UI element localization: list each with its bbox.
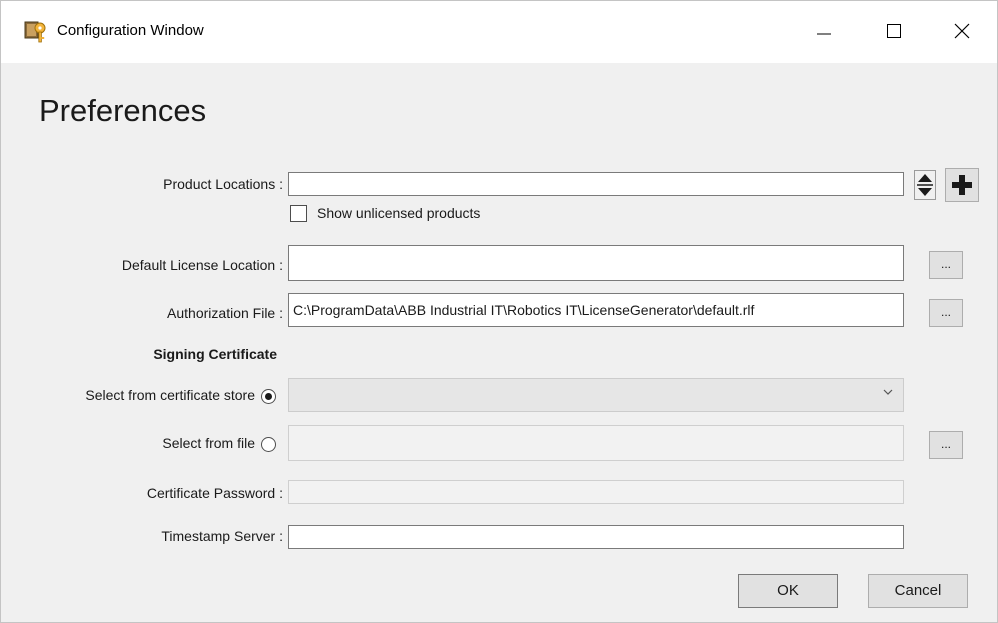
certificate-file-radio[interactable]: [261, 437, 276, 452]
default-license-location-field[interactable]: [288, 245, 904, 281]
minimize-icon: [817, 24, 831, 41]
certificate-store-label: Select from certificate store: [85, 387, 255, 403]
certificate-password-label: Certificate Password :: [146, 485, 283, 501]
show-unlicensed-label: Show unlicensed products: [317, 205, 481, 221]
timestamp-server-field[interactable]: [288, 525, 904, 549]
product-locations-label: Product Locations :: [163, 176, 283, 192]
ok-button[interactable]: OK: [738, 574, 838, 608]
show-unlicensed-checkbox[interactable]: [290, 205, 307, 222]
browse-authorization-file-button[interactable]: ...: [929, 299, 963, 327]
signing-certificate-heading: Signing Certificate: [153, 346, 277, 362]
minimize-button[interactable]: [789, 1, 859, 63]
certificate-password-field[interactable]: [288, 480, 904, 504]
page-title: Preferences: [39, 93, 207, 128]
default-license-location-label: Default License Location :: [121, 257, 283, 273]
certificate-store-radio[interactable]: [261, 389, 276, 404]
timestamp-server-label: Timestamp Server :: [161, 528, 283, 544]
close-button[interactable]: [927, 1, 997, 63]
configuration-window: Configuration Window Preferences Product…: [0, 0, 998, 623]
certificate-store-dropdown[interactable]: [288, 378, 904, 412]
certificate-file-label: Select from file: [162, 435, 255, 451]
close-icon: [954, 23, 970, 42]
cancel-button[interactable]: Cancel: [868, 574, 968, 608]
chevron-down-icon: [883, 387, 893, 399]
maximize-icon: [886, 23, 902, 42]
key-license-icon: [23, 19, 49, 45]
browse-default-license-button[interactable]: ...: [929, 251, 963, 279]
product-locations-field[interactable]: [288, 172, 904, 196]
maximize-button[interactable]: [859, 1, 929, 63]
authorization-file-field[interactable]: C:\ProgramData\ABB Industrial IT\Robotic…: [288, 293, 904, 327]
browse-certificate-file-button[interactable]: ...: [929, 431, 963, 459]
reorder-updown-button[interactable]: [914, 170, 936, 200]
plus-icon: [952, 175, 972, 198]
certificate-file-field[interactable]: [288, 425, 904, 461]
window-title: Configuration Window: [57, 22, 204, 39]
authorization-file-label: Authorization File :: [167, 305, 283, 321]
add-location-button[interactable]: [945, 168, 979, 202]
title-bar[interactable]: Configuration Window: [1, 1, 997, 63]
